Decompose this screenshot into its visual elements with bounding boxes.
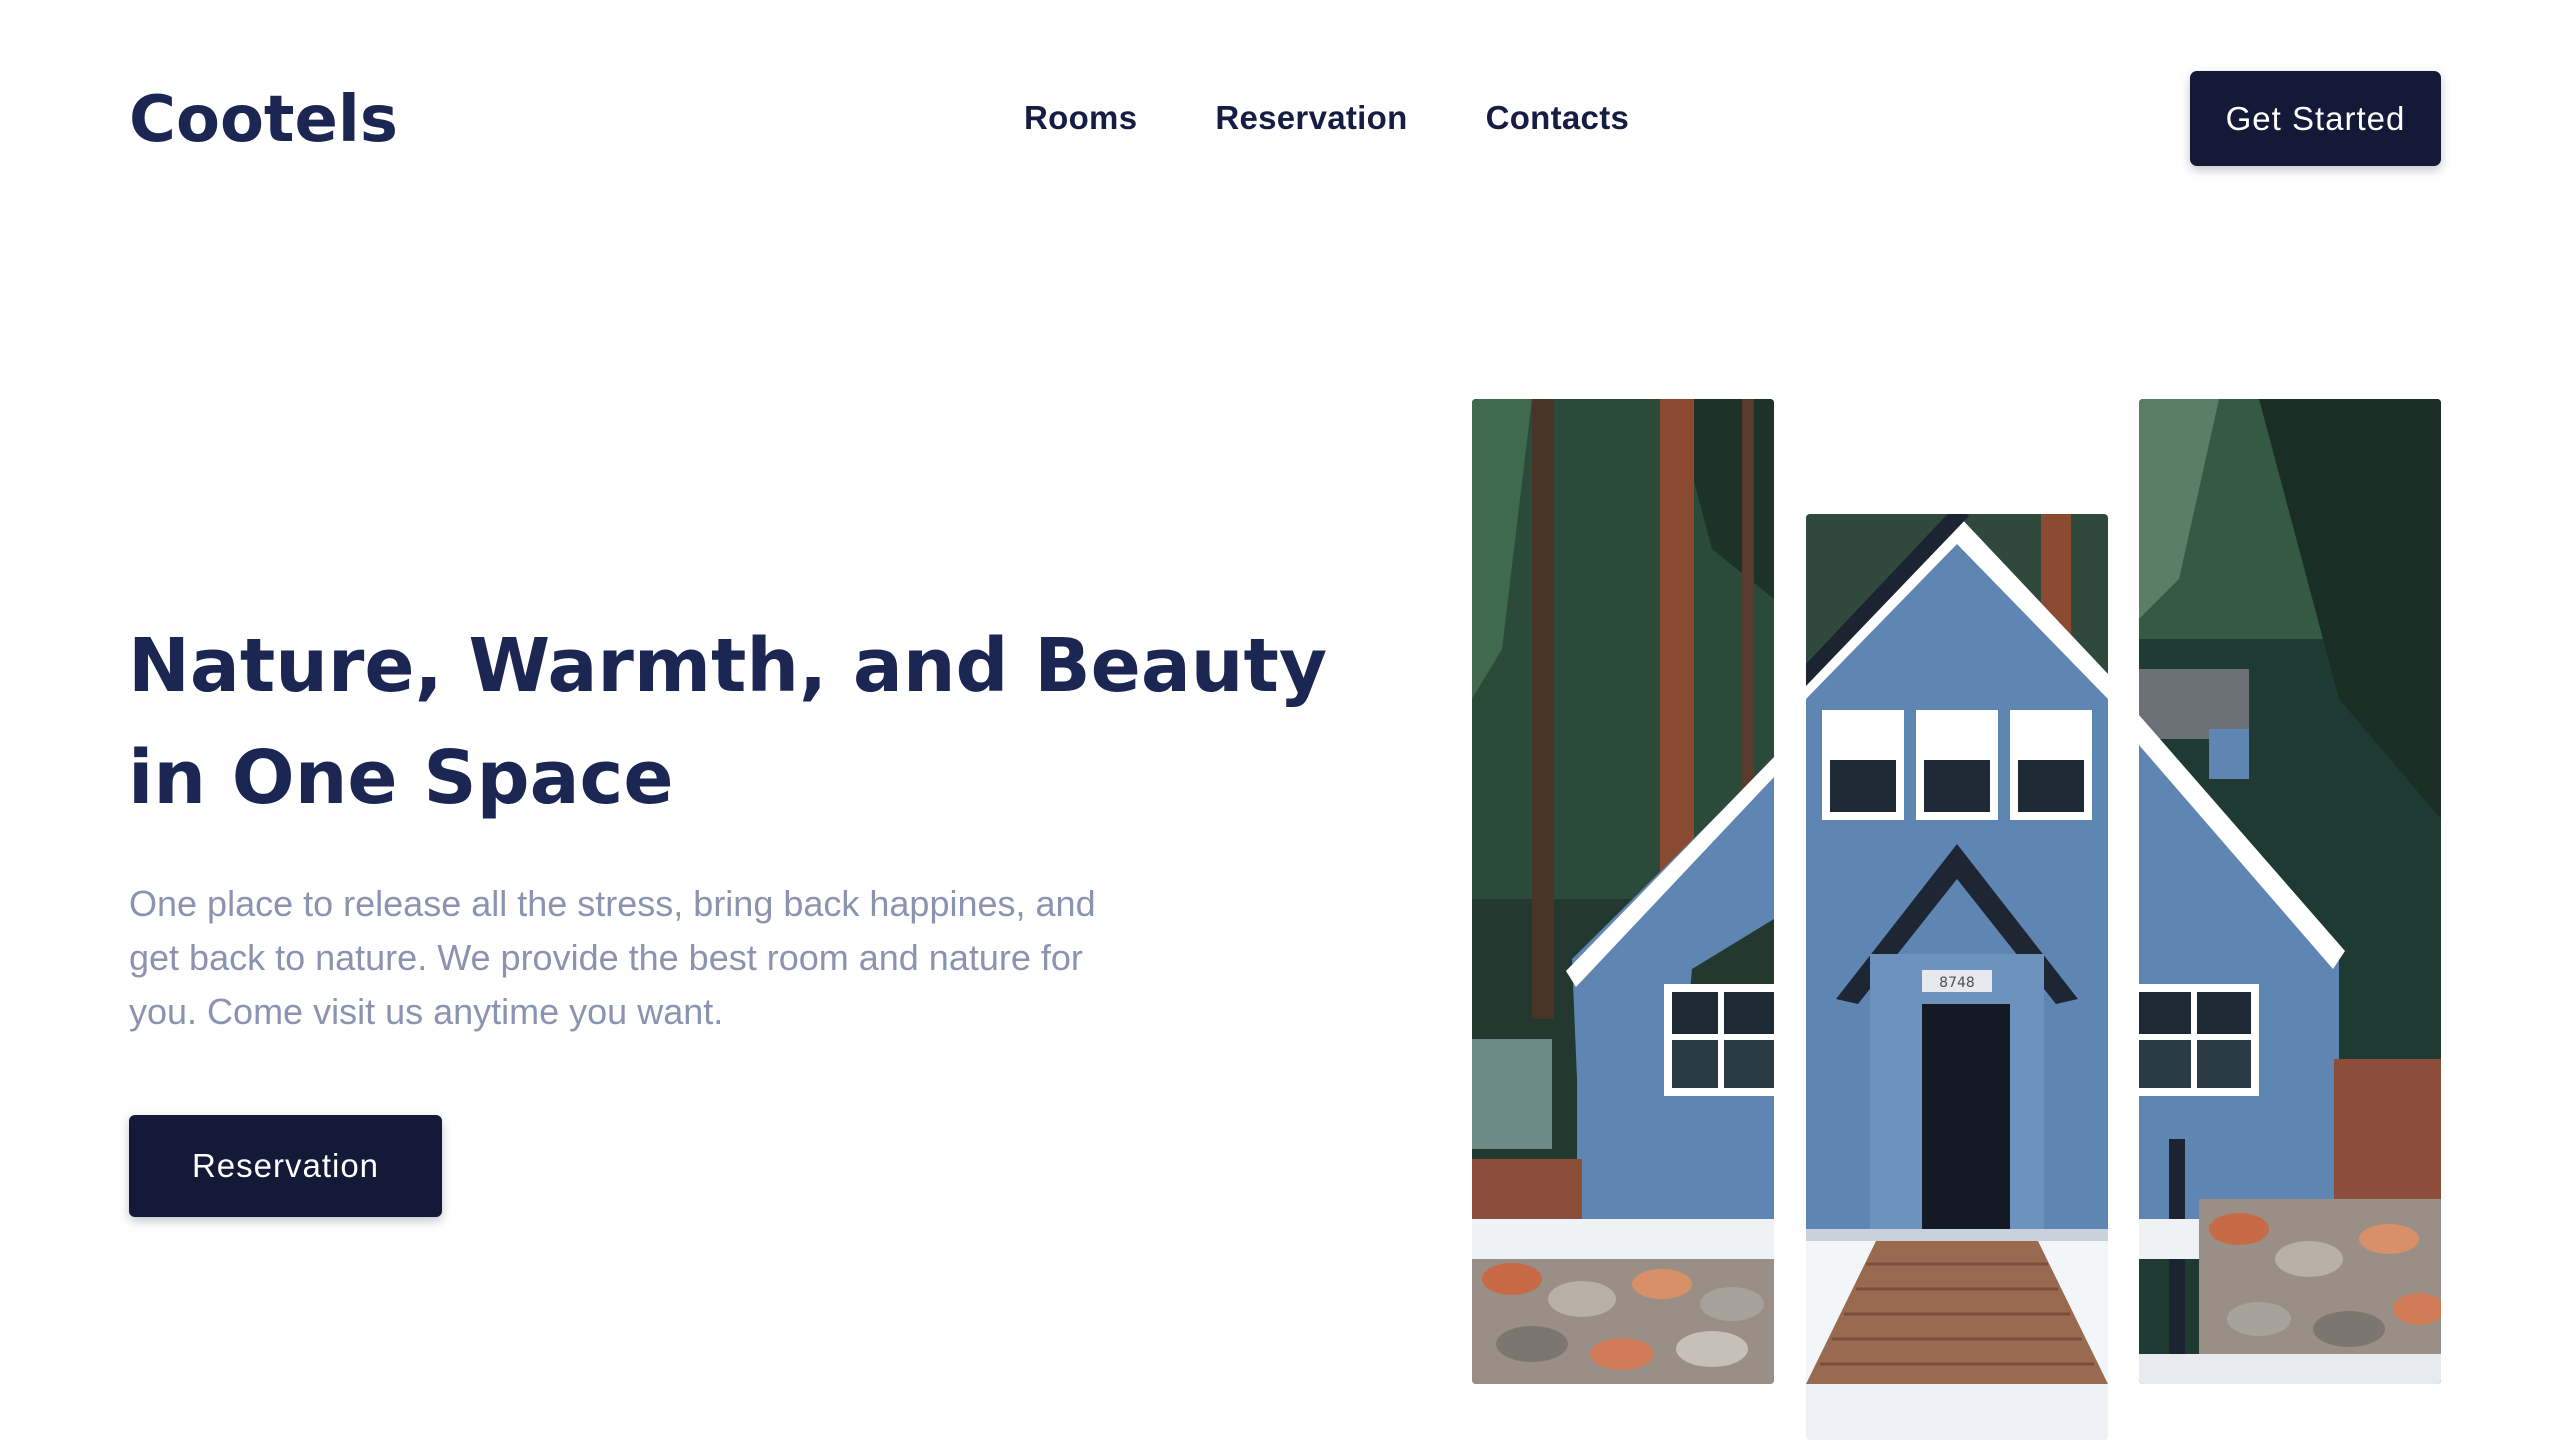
reservation-button[interactable]: Reservation [129, 1115, 442, 1217]
nav-link-reservation[interactable]: Reservation [1215, 96, 1407, 140]
hero-image-left [1472, 399, 1774, 1384]
get-started-button[interactable]: Get Started [2190, 71, 2441, 166]
hero-title: Nature, Warmth, and Beauty in One Space [128, 623, 1328, 821]
house-number-plate: 8748 [1939, 975, 1975, 991]
nav-link-contacts[interactable]: Contacts [1486, 96, 1630, 140]
hero-image-center: 8748 [1806, 514, 2108, 1440]
hero-image-right [2139, 399, 2441, 1384]
hero-description: One place to release all the stress, bri… [129, 883, 1096, 1032]
nav-link-rooms[interactable]: Rooms [1024, 96, 1137, 140]
brand-logo[interactable]: Cootels [129, 80, 398, 160]
main-nav: Rooms Reservation Contacts [1024, 96, 1629, 140]
